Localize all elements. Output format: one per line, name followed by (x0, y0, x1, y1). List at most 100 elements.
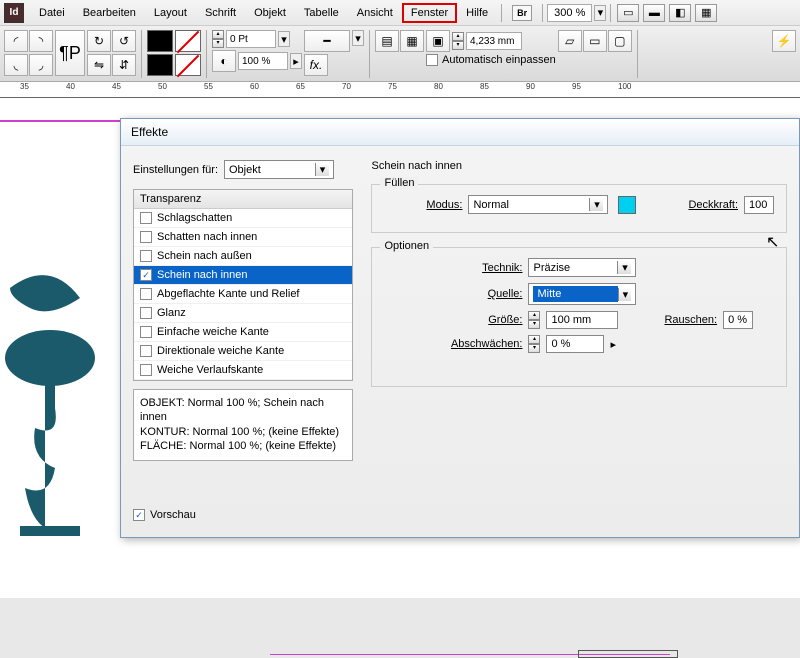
size-input[interactable] (466, 32, 522, 50)
fx-icon[interactable]: fx. (304, 54, 328, 76)
mode-value: Normal (473, 199, 508, 211)
menu-objekt[interactable]: Objekt (245, 3, 295, 23)
text-wrap-1-icon[interactable]: ▤ (375, 30, 399, 52)
ruler-mark: 60 (250, 82, 259, 91)
effects-summary: OBJEKT: Normal 100 %; Schein nach innen … (133, 389, 353, 461)
effect-item-verlaufskante[interactable]: Weiche Verlaufskante (134, 361, 352, 380)
effect-label: Weiche Verlaufskante (157, 364, 263, 376)
effect-item-direktionale-kante[interactable]: Direktionale weiche Kante (134, 342, 352, 361)
corner-4-icon[interactable]: ◞ (29, 54, 53, 76)
fit-1-icon[interactable]: ▱ (558, 30, 582, 52)
no-stroke-icon[interactable] (175, 54, 201, 76)
stroke-dropdown[interactable]: ▾ (278, 31, 290, 47)
menu-hilfe[interactable]: Hilfe (457, 3, 497, 23)
summary-line: OBJEKT: Normal 100 %; Schein nach innen (140, 396, 346, 425)
effect-item-abgeflacht[interactable]: Abgeflachte Kante und Relief (134, 285, 352, 304)
checkbox[interactable] (140, 364, 152, 376)
checkbox[interactable] (140, 250, 152, 262)
auto-fit-checkbox[interactable] (426, 54, 438, 66)
opacity-input[interactable] (744, 196, 774, 214)
rotate-1-icon[interactable]: ↻ (87, 30, 111, 52)
ruler-mark: 50 (158, 82, 167, 91)
summary-line: FLÄCHE: Normal 100 %; (keine Effekte) (140, 439, 346, 453)
noise-input[interactable] (723, 311, 753, 329)
zoom-dropdown[interactable]: ▾ (594, 5, 606, 21)
effect-label: Schein nach innen (157, 269, 248, 281)
menu-tabelle[interactable]: Tabelle (295, 3, 348, 23)
flip-v-icon[interactable]: ⇵ (112, 54, 136, 76)
fit-2-icon[interactable]: ▭ (583, 30, 607, 52)
no-fill-icon[interactable] (175, 30, 201, 52)
checkbox[interactable]: ✓ (140, 269, 152, 281)
choke-input[interactable] (546, 335, 604, 353)
settings-for-combo[interactable]: Objekt ▾ (224, 160, 334, 179)
noise-label: Rauschen: (664, 314, 717, 326)
menu-ansicht[interactable]: Ansicht (348, 3, 402, 23)
menu-layout[interactable]: Layout (145, 3, 196, 23)
flip-h-icon[interactable]: ⇋ (87, 54, 111, 76)
lightning-icon[interactable]: ⚡ (772, 30, 796, 52)
effects-list-header[interactable]: Transparenz (134, 190, 352, 209)
paragraph-icon[interactable]: ¶P (55, 30, 85, 76)
effect-item-schatten-innen[interactable]: Schatten nach innen (134, 228, 352, 247)
menu-fenster[interactable]: Fenster (402, 3, 457, 23)
rotate-2-icon[interactable]: ↺ (112, 30, 136, 52)
effect-label: Glanz (157, 307, 186, 319)
fill-swatch[interactable] (147, 30, 173, 52)
bridge-icon[interactable]: Br (512, 5, 532, 21)
size-input[interactable] (546, 311, 618, 329)
separator (501, 4, 502, 22)
opacity-input[interactable] (238, 52, 288, 70)
effect-item-schlagschatten[interactable]: Schlagschatten (134, 209, 352, 228)
stroke-weight-input[interactable] (226, 30, 276, 48)
menu-bearbeiten[interactable]: Bearbeiten (74, 3, 145, 23)
checkbox[interactable] (140, 326, 152, 338)
view-mode-1-icon[interactable]: ▭ (617, 4, 639, 22)
chevron-right-icon[interactable]: ▸ (610, 338, 616, 351)
separator (369, 30, 370, 78)
source-combo[interactable]: Mitte ▾ (528, 283, 636, 305)
control-toolbar: ◜ ◝ ◟ ◞ ¶P ↻ ↺ ⇋ ⇵ ▴▾ ▾ ◐ (0, 26, 800, 82)
checkbox[interactable] (140, 288, 152, 300)
fill-fieldset: Füllen Modus: Normal ▾ Deckkraft: (371, 184, 787, 233)
fit-3-icon[interactable]: ▢ (608, 30, 632, 52)
corner-2-icon[interactable]: ◝ (29, 30, 53, 52)
ruler-mark: 90 (526, 82, 535, 91)
menu-schrift[interactable]: Schrift (196, 3, 245, 23)
effect-label: Direktionale weiche Kante (157, 345, 284, 357)
preview-checkbox[interactable]: ✓ (133, 509, 145, 521)
checkbox[interactable] (140, 345, 152, 357)
corner-3-icon[interactable]: ◟ (4, 54, 28, 76)
view-mode-4-icon[interactable]: ▦ (695, 4, 717, 22)
stroke-style-dropdown[interactable]: ▾ (352, 30, 364, 46)
choke-label: Abschwächen: (404, 338, 522, 350)
technique-combo[interactable]: Präzise ▾ (528, 258, 636, 277)
size-spinner[interactable]: ▴▾ (452, 32, 464, 50)
menu-datei[interactable]: Datei (30, 3, 74, 23)
technique-label: Technik: (444, 262, 522, 274)
effect-item-glanz[interactable]: Glanz (134, 304, 352, 323)
stroke-weight-spinner[interactable]: ▴▾ (212, 30, 224, 48)
effect-item-einfache-kante[interactable]: Einfache weiche Kante (134, 323, 352, 342)
stroke-swatch[interactable] (147, 54, 173, 76)
view-mode-2-icon[interactable]: ▬ (643, 4, 665, 22)
frame-fit-icon[interactable]: ▣ (426, 30, 450, 52)
zoom-value[interactable]: 300 % (547, 4, 592, 22)
view-mode-3-icon[interactable]: ◧ (669, 4, 691, 22)
stroke-style-icon[interactable]: ━ (304, 30, 350, 52)
size-spinner[interactable]: ▴▾ (528, 311, 540, 329)
corner-1-icon[interactable]: ◜ (4, 30, 28, 52)
checkbox[interactable] (140, 231, 152, 243)
mode-combo[interactable]: Normal ▾ (468, 195, 608, 214)
effect-label: Schlagschatten (157, 212, 232, 224)
checkbox[interactable] (140, 307, 152, 319)
color-swatch[interactable] (618, 196, 636, 214)
ruler-mark: 55 (204, 82, 213, 91)
text-wrap-2-icon[interactable]: ▦ (400, 30, 424, 52)
opacity-dropdown[interactable]: ▸ (290, 53, 302, 69)
choke-spinner[interactable]: ▴▾ (528, 335, 540, 353)
chevron-down-icon: ▾ (618, 288, 631, 301)
effect-item-schein-innen[interactable]: ✓ Schein nach innen (134, 266, 352, 285)
effect-item-schein-aussen[interactable]: Schein nach außen (134, 247, 352, 266)
checkbox[interactable] (140, 212, 152, 224)
